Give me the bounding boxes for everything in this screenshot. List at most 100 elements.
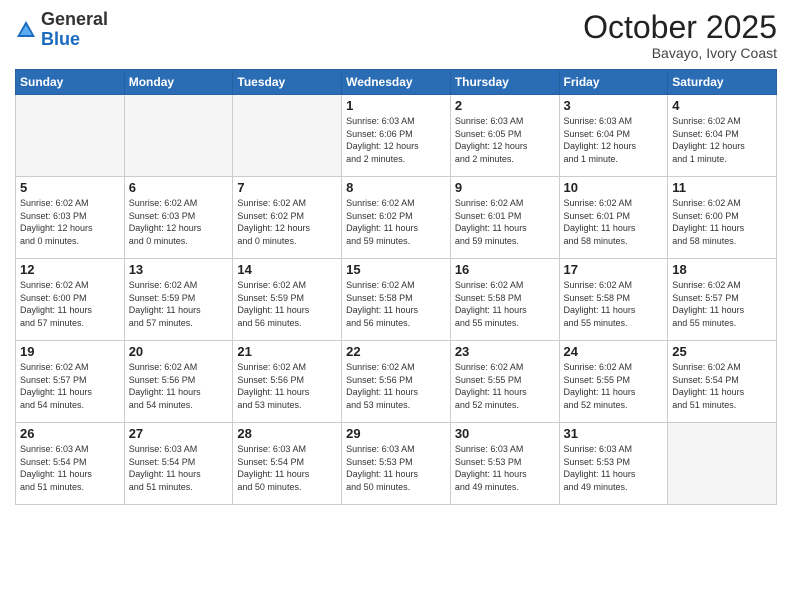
day-number: 27 [129, 426, 229, 441]
day-info: Sunrise: 6:02 AM Sunset: 6:00 PM Dayligh… [20, 279, 120, 329]
header: General Blue October 2025 Bavayo, Ivory … [15, 10, 777, 61]
day-info: Sunrise: 6:02 AM Sunset: 6:03 PM Dayligh… [20, 197, 120, 247]
day-number: 9 [455, 180, 555, 195]
day-number: 24 [564, 344, 664, 359]
day-number: 1 [346, 98, 446, 113]
day-info: Sunrise: 6:03 AM Sunset: 6:06 PM Dayligh… [346, 115, 446, 165]
day-info: Sunrise: 6:02 AM Sunset: 6:01 PM Dayligh… [455, 197, 555, 247]
day-info: Sunrise: 6:02 AM Sunset: 5:58 PM Dayligh… [564, 279, 664, 329]
col-friday: Friday [559, 70, 668, 95]
day-number: 29 [346, 426, 446, 441]
calendar-week-3: 19Sunrise: 6:02 AM Sunset: 5:57 PM Dayli… [16, 341, 777, 423]
day-number: 5 [20, 180, 120, 195]
day-info: Sunrise: 6:03 AM Sunset: 5:53 PM Dayligh… [564, 443, 664, 493]
day-info: Sunrise: 6:02 AM Sunset: 5:55 PM Dayligh… [564, 361, 664, 411]
day-number: 14 [237, 262, 337, 277]
day-number: 16 [455, 262, 555, 277]
location: Bavayo, Ivory Coast [583, 45, 777, 61]
day-info: Sunrise: 6:02 AM Sunset: 6:02 PM Dayligh… [237, 197, 337, 247]
title-block: October 2025 Bavayo, Ivory Coast [583, 10, 777, 61]
day-number: 10 [564, 180, 664, 195]
day-number: 22 [346, 344, 446, 359]
day-number: 20 [129, 344, 229, 359]
day-number: 26 [20, 426, 120, 441]
col-saturday: Saturday [668, 70, 777, 95]
day-number: 17 [564, 262, 664, 277]
day-info: Sunrise: 6:02 AM Sunset: 5:56 PM Dayligh… [346, 361, 446, 411]
day-number: 30 [455, 426, 555, 441]
calendar-cell: 6 Sunrise: 6:02 AM Sunset: 6:03 PM Daylig… [124, 177, 233, 259]
day-info: Sunrise: 6:03 AM Sunset: 5:53 PM Dayligh… [346, 443, 446, 493]
col-sunday: Sunday [16, 70, 125, 95]
day-number: 12 [20, 262, 120, 277]
calendar-cell: 22 Sunrise: 6:02 AM Sunset: 5:56 PM Dayli… [342, 341, 451, 423]
col-wednesday: Wednesday [342, 70, 451, 95]
day-info: Sunrise: 6:02 AM Sunset: 5:58 PM Dayligh… [455, 279, 555, 329]
header-row: Sunday Monday Tuesday Wednesday Thursday… [16, 70, 777, 95]
col-thursday: Thursday [450, 70, 559, 95]
calendar-cell: 1 Sunrise: 6:03 AM Sunset: 6:06 PM Daylig… [342, 95, 451, 177]
calendar-cell: 20 Sunrise: 6:02 AM Sunset: 5:56 PM Dayli… [124, 341, 233, 423]
day-info: Sunrise: 6:02 AM Sunset: 6:04 PM Dayligh… [672, 115, 772, 165]
day-number: 8 [346, 180, 446, 195]
calendar-cell: 3Sunrise: 6:03 AM Sunset: 6:04 PM Daylig… [559, 95, 668, 177]
col-tuesday: Tuesday [233, 70, 342, 95]
day-info: Sunrise: 6:02 AM Sunset: 5:57 PM Dayligh… [672, 279, 772, 329]
logo-icon [15, 19, 37, 41]
day-number: 3 [564, 98, 664, 113]
calendar-cell: 13Sunrise: 6:02 AM Sunset: 5:59 PM Dayli… [124, 259, 233, 341]
calendar-cell: 31 Sunrise: 6:03 AM Sunset: 5:53 PM Dayli… [559, 423, 668, 505]
day-number: 6 [129, 180, 229, 195]
calendar-cell: 12 Sunrise: 6:02 AM Sunset: 6:00 PM Dayli… [16, 259, 125, 341]
calendar-cell: 28Sunrise: 6:03 AM Sunset: 5:54 PM Dayli… [233, 423, 342, 505]
calendar-cell: 19Sunrise: 6:02 AM Sunset: 5:57 PM Dayli… [16, 341, 125, 423]
calendar-cell: 30 Sunrise: 6:03 AM Sunset: 5:53 PM Dayli… [450, 423, 559, 505]
calendar-cell [124, 95, 233, 177]
day-info: Sunrise: 6:03 AM Sunset: 5:54 PM Dayligh… [129, 443, 229, 493]
calendar-cell: 27 Sunrise: 6:03 AM Sunset: 5:54 PM Dayli… [124, 423, 233, 505]
day-number: 18 [672, 262, 772, 277]
calendar-week-2: 12 Sunrise: 6:02 AM Sunset: 6:00 PM Dayli… [16, 259, 777, 341]
page: General Blue October 2025 Bavayo, Ivory … [0, 0, 792, 612]
day-info: Sunrise: 6:02 AM Sunset: 5:56 PM Dayligh… [237, 361, 337, 411]
day-info: Sunrise: 6:03 AM Sunset: 5:54 PM Dayligh… [20, 443, 120, 493]
calendar-cell: 26 Sunrise: 6:03 AM Sunset: 5:54 PM Dayli… [16, 423, 125, 505]
calendar-cell: 14 Sunrise: 6:02 AM Sunset: 5:59 PM Dayli… [233, 259, 342, 341]
day-number: 31 [564, 426, 664, 441]
day-number: 25 [672, 344, 772, 359]
day-info: Sunrise: 6:02 AM Sunset: 5:55 PM Dayligh… [455, 361, 555, 411]
logo-general: General [41, 9, 108, 29]
day-info: Sunrise: 6:02 AM Sunset: 5:59 PM Dayligh… [129, 279, 229, 329]
day-info: Sunrise: 6:02 AM Sunset: 5:54 PM Dayligh… [672, 361, 772, 411]
day-info: Sunrise: 6:02 AM Sunset: 5:57 PM Dayligh… [20, 361, 120, 411]
calendar-cell: 9 Sunrise: 6:02 AM Sunset: 6:01 PM Daylig… [450, 177, 559, 259]
col-monday: Monday [124, 70, 233, 95]
day-number: 28 [237, 426, 337, 441]
day-number: 4 [672, 98, 772, 113]
month-title: October 2025 [583, 10, 777, 45]
day-number: 23 [455, 344, 555, 359]
calendar-body: 1 Sunrise: 6:03 AM Sunset: 6:06 PM Daylig… [16, 95, 777, 505]
calendar-cell: 11Sunrise: 6:02 AM Sunset: 6:00 PM Dayli… [668, 177, 777, 259]
calendar-week-1: 5 Sunrise: 6:02 AM Sunset: 6:03 PM Daylig… [16, 177, 777, 259]
calendar-cell: 25 Sunrise: 6:02 AM Sunset: 5:54 PM Dayli… [668, 341, 777, 423]
calendar-cell [233, 95, 342, 177]
calendar-cell: 18 Sunrise: 6:02 AM Sunset: 5:57 PM Dayli… [668, 259, 777, 341]
day-info: Sunrise: 6:03 AM Sunset: 5:53 PM Dayligh… [455, 443, 555, 493]
calendar-cell: 7Sunrise: 6:02 AM Sunset: 6:02 PM Daylig… [233, 177, 342, 259]
calendar-header: Sunday Monday Tuesday Wednesday Thursday… [16, 70, 777, 95]
logo-text: General Blue [41, 10, 108, 50]
calendar-cell: 16 Sunrise: 6:02 AM Sunset: 5:58 PM Dayli… [450, 259, 559, 341]
day-number: 21 [237, 344, 337, 359]
calendar-cell: 24 Sunrise: 6:02 AM Sunset: 5:55 PM Dayli… [559, 341, 668, 423]
day-info: Sunrise: 6:02 AM Sunset: 5:59 PM Dayligh… [237, 279, 337, 329]
day-info: Sunrise: 6:02 AM Sunset: 6:03 PM Dayligh… [129, 197, 229, 247]
calendar-cell [668, 423, 777, 505]
calendar-week-4: 26 Sunrise: 6:03 AM Sunset: 5:54 PM Dayli… [16, 423, 777, 505]
calendar-week-0: 1 Sunrise: 6:03 AM Sunset: 6:06 PM Daylig… [16, 95, 777, 177]
calendar-cell: 15Sunrise: 6:02 AM Sunset: 5:58 PM Dayli… [342, 259, 451, 341]
day-info: Sunrise: 6:02 AM Sunset: 5:56 PM Dayligh… [129, 361, 229, 411]
calendar-cell: 4 Sunrise: 6:02 AM Sunset: 6:04 PM Daylig… [668, 95, 777, 177]
calendar-cell: 17 Sunrise: 6:02 AM Sunset: 5:58 PM Dayli… [559, 259, 668, 341]
calendar-cell: 2Sunrise: 6:03 AM Sunset: 6:05 PM Daylig… [450, 95, 559, 177]
